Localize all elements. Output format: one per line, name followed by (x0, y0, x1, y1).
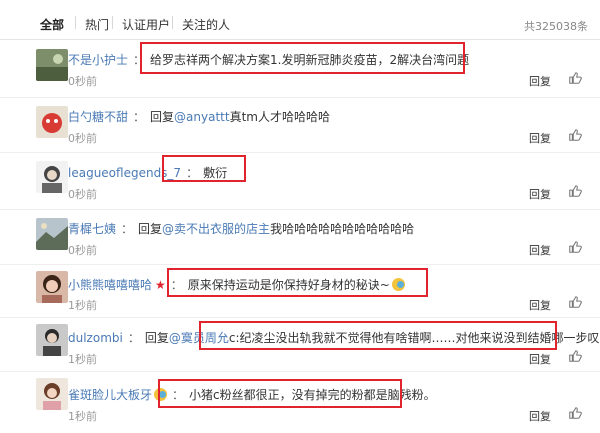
avatar[interactable] (36, 49, 68, 81)
comment-item: 雀斑脸儿大板牙：小猪c粉丝都很正，没有掉完的粉都是脑残粉。 1秒前 回复 (0, 372, 600, 433)
tab-hot[interactable]: 热门 (85, 16, 109, 33)
tab-all[interactable]: 全部 (40, 16, 64, 33)
comment-item: 白勺糖不甜：回复@anyattt真tm人才哈哈哈哈 0秒前 回复 (0, 98, 600, 153)
highlight-box (199, 321, 557, 350)
thumbs-up-icon[interactable] (568, 71, 582, 85)
reply-button[interactable]: 回复 (529, 297, 551, 313)
comment-time: 0秒前 (68, 188, 97, 201)
highlight-box (167, 268, 428, 297)
avatar[interactable] (36, 218, 68, 250)
comment-item: 小熊熊嘻嘻嘻哈 ★：原来保持运动是你保持好身材的秘诀~ 1秒前 回复 (0, 265, 600, 318)
reply-button[interactable]: 回复 (529, 186, 551, 202)
colon-separator: ： (133, 110, 146, 124)
colon-separator: ： (127, 331, 140, 345)
tab-divider (75, 16, 76, 29)
comment-filter-tabs: 全部 热门 认证用户 关注的人 共325038条 (0, 0, 600, 40)
comment-time: 0秒前 (68, 75, 97, 88)
reply-prefix: 回复 (144, 331, 169, 345)
thumbs-up-icon[interactable] (568, 349, 582, 363)
username[interactable]: 白勺糖不甜 (68, 110, 128, 124)
avatar[interactable] (36, 106, 68, 138)
avatar[interactable] (36, 161, 68, 193)
tab-verified-users[interactable]: 认证用户 (122, 16, 170, 33)
comment-item: 青樨七姨：回复@卖不出衣服的店主我哈哈哈哈哈哈哈哈哈哈哈 0秒前 回复 (0, 210, 600, 265)
comment-time: 0秒前 (68, 132, 97, 145)
avatar[interactable] (36, 378, 68, 410)
thumbs-up-icon[interactable] (568, 240, 582, 254)
tab-divider (172, 16, 173, 29)
reply-prefix: 回复 (150, 110, 175, 124)
highlight-box (140, 42, 465, 74)
thumbs-up-icon[interactable] (568, 295, 582, 309)
reply-button[interactable]: 回复 (529, 73, 551, 89)
highlight-box (158, 379, 402, 408)
username[interactable]: 雀斑脸儿大板牙 (68, 388, 152, 402)
reply-button[interactable]: 回复 (529, 130, 551, 146)
reply-prefix: 回复 (138, 222, 163, 236)
reply-button[interactable]: 回复 (529, 408, 551, 424)
avatar[interactable] (36, 271, 68, 303)
comment-item: leagueoflegends_7：敷衍 0秒前 回复 (0, 153, 600, 210)
comment-time: 0秒前 (68, 244, 97, 257)
thumbs-up-icon[interactable] (568, 406, 582, 420)
comment-text: 我哈哈哈哈哈哈哈哈哈哈哈 (270, 222, 415, 236)
username[interactable]: 青樨七姨 (68, 222, 116, 236)
tab-divider (112, 16, 113, 29)
comment-time: 1秒前 (68, 410, 97, 423)
comment-item: dulzombi：回复@寞员周允c:纪凌尘没出轨我就不觉得他有啥错啊……对他来说… (0, 318, 600, 372)
thumbs-up-icon[interactable] (568, 128, 582, 142)
username[interactable]: 小熊熊嘻嘻嘻哈 (68, 278, 152, 292)
thumbs-up-icon[interactable] (568, 184, 582, 198)
star-icon: ★ (155, 278, 166, 292)
mention-link[interactable]: @anyattt (174, 110, 230, 124)
tab-following[interactable]: 关注的人 (182, 16, 230, 33)
mention-link[interactable]: @卖不出衣服的店主 (162, 222, 270, 236)
colon-separator: ： (121, 222, 134, 236)
avatar[interactable] (36, 324, 68, 356)
comment-time: 1秒前 (68, 299, 97, 312)
reply-button[interactable]: 回复 (529, 351, 551, 367)
highlight-box (162, 155, 246, 182)
comment-total-count: 共325038条 (524, 20, 588, 33)
comment-text: 真tm人才哈哈哈哈 (229, 110, 330, 124)
username[interactable]: dulzombi (68, 331, 123, 345)
comment-time: 1秒前 (68, 353, 97, 366)
username[interactable]: 不是小护士 (68, 53, 128, 67)
comment-item: 不是小护士：给罗志祥两个解决方案1.发明新冠肺炎疫苗，2解决台湾问题 0秒前 回… (0, 40, 600, 98)
reply-button[interactable]: 回复 (529, 242, 551, 258)
